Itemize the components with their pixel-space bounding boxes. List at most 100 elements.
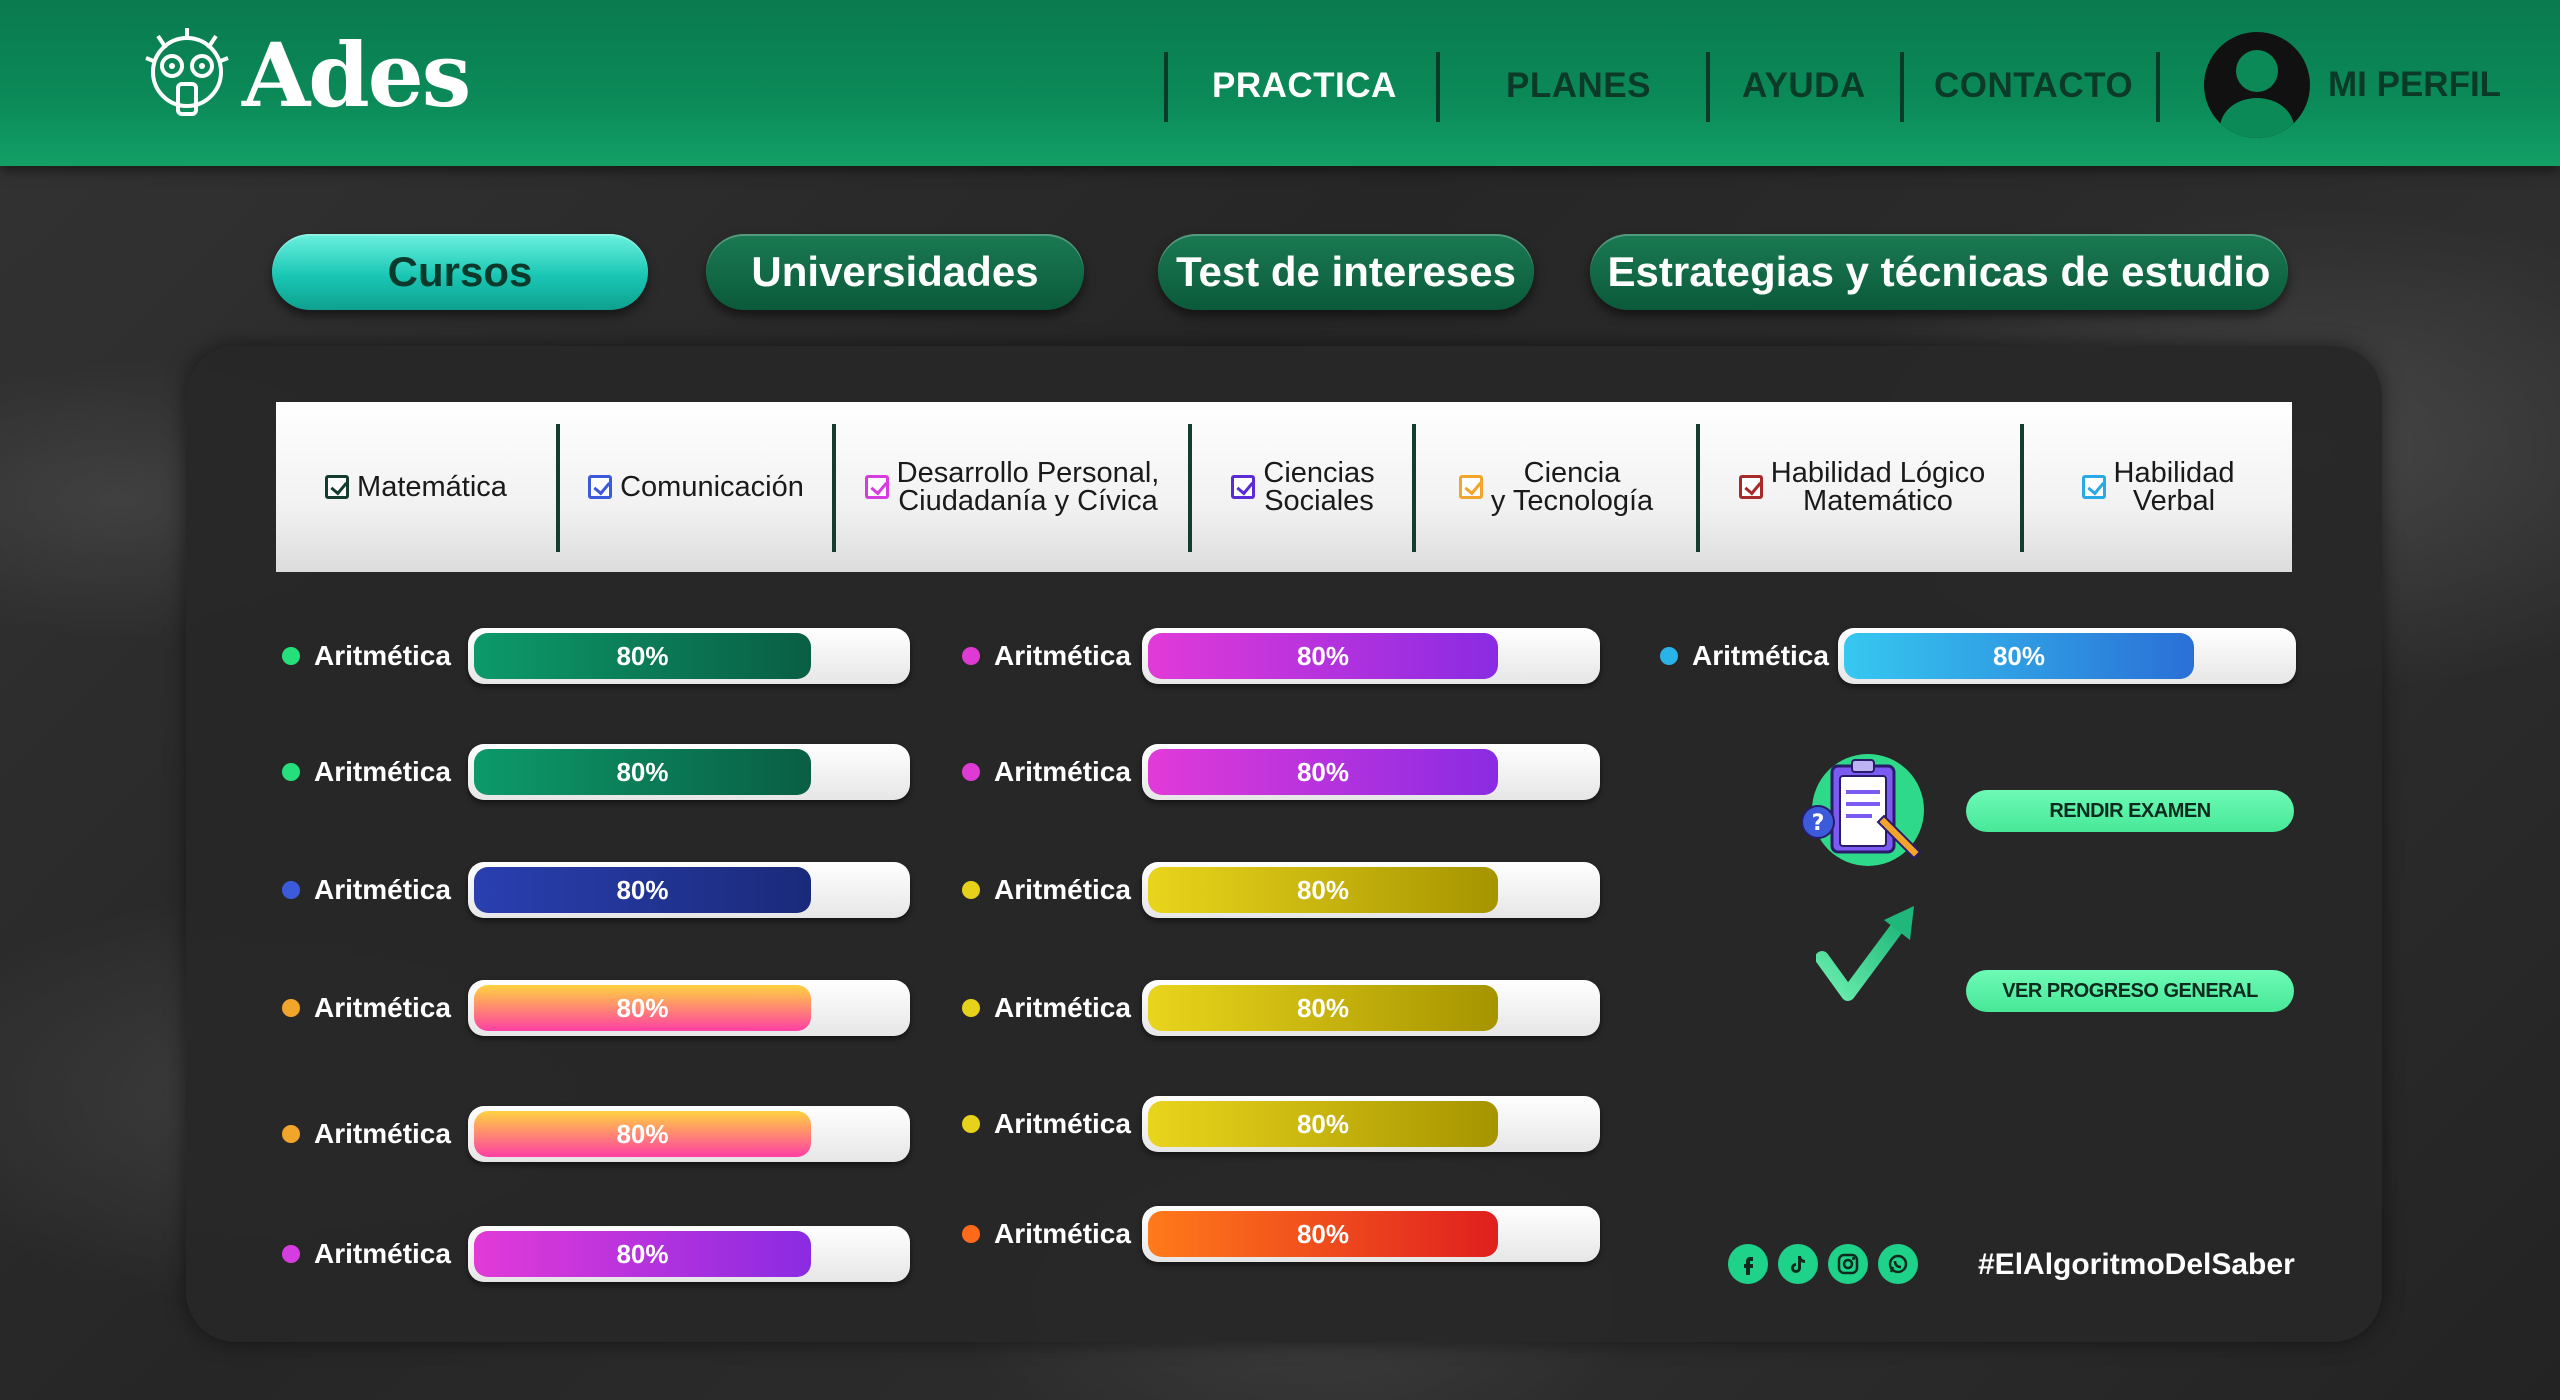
topic-label: Aritmética	[314, 992, 451, 1023]
topic-label: Aritmética	[994, 992, 1131, 1023]
progress-row: Aritmética 80%	[962, 862, 1600, 918]
nav-contacto[interactable]: CONTACTO	[1934, 66, 2133, 106]
course-label: Comunicación	[620, 471, 804, 503]
course-dot-icon	[962, 647, 980, 665]
progress-value: 80%	[1296, 1218, 1350, 1249]
course-habilidad-logico[interactable]: Habilidad Lógico Matemático	[1700, 402, 2024, 572]
progress-row: Aritmética 80%	[282, 980, 910, 1036]
topic-label: Aritmética	[314, 1238, 451, 1269]
course-dot-icon	[962, 763, 980, 781]
course-label: Habilidad Lógico Matemático	[1771, 459, 1985, 517]
course-dot-icon	[1660, 647, 1678, 665]
progress-bar[interactable]: 80%	[468, 980, 910, 1036]
facebook-icon[interactable]	[1728, 1244, 1768, 1284]
tab-test-intereses[interactable]: Test de intereses	[1158, 234, 1534, 310]
progress-fill: 80%	[1148, 1211, 1498, 1257]
check-arrow-icon	[1816, 906, 1914, 1001]
progress-bar[interactable]: 80%	[1142, 744, 1600, 800]
instagram-icon[interactable]	[1828, 1244, 1868, 1284]
profile-menu[interactable]: MI PERFIL	[2204, 32, 2501, 138]
rendir-examen-button[interactable]: RENDIR EXAMEN	[1966, 790, 2294, 832]
course-dot-icon	[282, 999, 300, 1017]
progress-fill: 80%	[474, 867, 811, 913]
nav-ayuda[interactable]: AYUDA	[1742, 66, 1866, 106]
nav-planes[interactable]: PLANES	[1506, 66, 1651, 106]
avatar-icon	[2204, 32, 2310, 138]
checkbox-icon[interactable]	[864, 475, 889, 499]
course-habilidad-verbal[interactable]: Habilidad Verbal	[2024, 402, 2292, 572]
progress-fill: 80%	[474, 985, 811, 1031]
course-label: Ciencias Sociales	[1263, 459, 1374, 517]
progress-fill: 80%	[1148, 867, 1498, 913]
checkbox-icon[interactable]	[1231, 475, 1256, 499]
course-matematica[interactable]: Matemática	[276, 402, 556, 572]
topic-label: Aritmética	[994, 1218, 1131, 1249]
course-dot-icon	[282, 1245, 300, 1263]
instagram-glyph	[1837, 1253, 1859, 1275]
progress-value: 80%	[1992, 640, 2046, 671]
course-label: Habilidad Verbal	[2114, 459, 2235, 516]
course-ciencia-tecnologia[interactable]: Ciencia y Tecnología	[1416, 402, 1696, 572]
tab-estrategias[interactable]: Estrategias y técnicas de estudio	[1590, 234, 2288, 310]
progress-bar[interactable]: 80%	[1142, 1096, 1600, 1152]
progress-bar[interactable]: 80%	[1142, 628, 1600, 684]
progress-bar[interactable]: 80%	[468, 862, 910, 918]
progress-row: Aritmética 80%	[962, 628, 1600, 684]
progress-fill: 80%	[1844, 633, 2194, 679]
nav-practica[interactable]: PRACTICA	[1212, 66, 1397, 106]
progress-bar[interactable]: 80%	[1142, 980, 1600, 1036]
nav-separator	[1436, 52, 1440, 122]
progress-bar[interactable]: 80%	[468, 1226, 910, 1282]
progress-row: Aritmética 80%	[282, 1226, 910, 1282]
course-comunicacion[interactable]: Comunicación	[560, 402, 832, 572]
progress-bar[interactable]: 80%	[468, 628, 910, 684]
progress-bar[interactable]: 80%	[468, 1106, 910, 1162]
progress-row: Aritmética 80%	[282, 628, 910, 684]
progress-value: 80%	[616, 756, 669, 787]
ver-progreso-button[interactable]: VER PROGRESO GENERAL	[1966, 970, 2294, 1012]
nav-separator	[1706, 52, 1710, 122]
checkbox-icon[interactable]	[1458, 475, 1483, 499]
topic-label: Aritmética	[994, 640, 1131, 671]
progress-bar[interactable]: 80%	[1142, 1206, 1600, 1262]
tab-cursos[interactable]: Cursos	[272, 234, 648, 310]
topic-label: Aritmética	[994, 1108, 1131, 1139]
progress-value: 80%	[1296, 992, 1350, 1023]
checkbox-icon[interactable]	[1738, 475, 1763, 499]
progress-value: 80%	[1296, 640, 1350, 671]
hashtag-text: #ElAlgoritmoDelSaber	[1978, 1248, 2295, 1281]
brand-logo[interactable]: Ades	[138, 22, 471, 128]
course-dot-icon	[282, 1125, 300, 1143]
tiktok-icon[interactable]	[1778, 1244, 1818, 1284]
progress-fill: 80%	[1148, 749, 1498, 795]
progress-fill: 80%	[1148, 633, 1498, 679]
progress-row: Aritmética 80%	[962, 744, 1600, 800]
course-label: Matemática	[357, 471, 507, 503]
course-ciencias-sociales[interactable]: Ciencias Sociales	[1192, 402, 1414, 572]
checkbox-icon[interactable]	[2081, 475, 2106, 499]
topic-label: Aritmética	[1692, 640, 1829, 671]
progress-bar[interactable]: 80%	[1838, 628, 2296, 684]
progress-row: Aritmética 80%	[282, 1106, 910, 1162]
whatsapp-glyph	[1888, 1254, 1908, 1274]
topic-label: Aritmética	[314, 640, 451, 671]
tab-universidades[interactable]: Universidades	[706, 234, 1084, 310]
course-desarrollo-personal[interactable]: Desarrollo Personal, Ciudadanía y Cívica	[836, 402, 1188, 572]
course-label-line2: Sociales	[1264, 485, 1374, 517]
checkbox-icon[interactable]	[588, 475, 613, 499]
checkbox-icon[interactable]	[325, 475, 350, 499]
progress-bar[interactable]: 80%	[1142, 862, 1600, 918]
progress-value: 80%	[616, 992, 669, 1023]
course-dot-icon	[962, 881, 980, 899]
progress-bar[interactable]: 80%	[468, 744, 910, 800]
progress-value: 80%	[1296, 874, 1350, 905]
topic-label: Aritmética	[994, 874, 1131, 905]
progress-row: Aritmética 80%	[962, 980, 1600, 1036]
facebook-glyph	[1744, 1257, 1753, 1275]
course-label-line2: Ciudadanía y Cívica	[898, 485, 1158, 517]
whatsapp-icon[interactable]	[1878, 1244, 1918, 1284]
course-label-line2: Matemático	[1803, 485, 1953, 517]
course-dot-icon	[282, 881, 300, 899]
progress-value: 80%	[616, 1118, 669, 1149]
course-dot-icon	[962, 1115, 980, 1133]
